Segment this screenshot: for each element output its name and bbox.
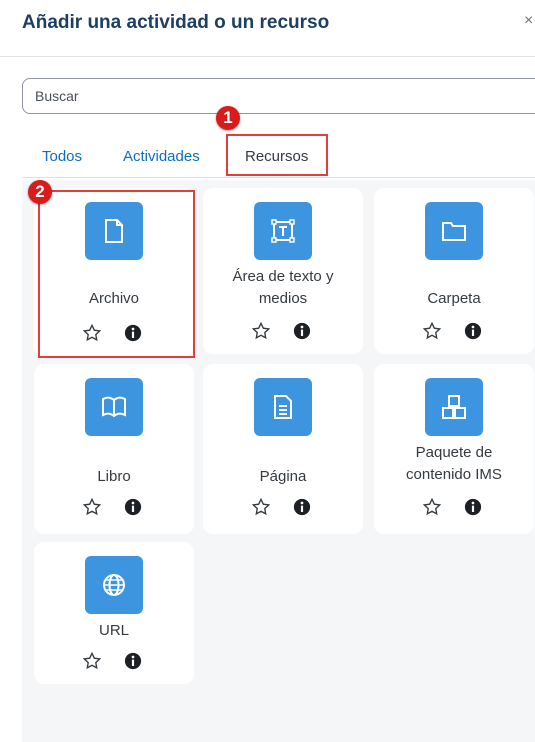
item-label: URL <box>98 622 129 639</box>
step-marker-2: 2 <box>28 180 52 204</box>
item-label: medios <box>258 290 308 307</box>
ims-package-icon <box>425 378 483 436</box>
tab-bar: Todos Actividades Recursos <box>0 130 535 180</box>
star-icon[interactable] <box>252 322 270 340</box>
item-label: Página <box>259 468 307 485</box>
item-label: Paquete de <box>415 444 493 461</box>
tab-actividades[interactable]: Actividades <box>123 148 200 165</box>
folder-icon <box>425 202 483 260</box>
star-icon[interactable] <box>423 498 441 516</box>
tab-divider <box>22 177 535 178</box>
item-label: Área de texto y <box>232 268 334 285</box>
book-icon <box>85 378 143 436</box>
info-icon[interactable] <box>124 498 142 516</box>
item-carpeta[interactable]: Carpeta <box>374 188 534 354</box>
info-icon[interactable] <box>464 322 482 340</box>
modal-header: Añadir una actividad o un recurso × <box>0 0 535 57</box>
item-paquete-ims[interactable]: Paquete de contenido IMS <box>374 364 534 534</box>
text-area-icon <box>254 202 312 260</box>
info-icon[interactable] <box>293 322 311 340</box>
step-marker-1: 1 <box>216 106 240 130</box>
search-input[interactable]: Buscar <box>22 78 535 114</box>
item-label: Carpeta <box>427 290 481 307</box>
tab-recursos[interactable]: Recursos <box>245 148 308 165</box>
item-area-texto[interactable]: Área de texto y medios <box>203 188 363 354</box>
info-icon[interactable] <box>124 652 142 670</box>
modal-title: Añadir una actividad o un recurso <box>22 12 330 33</box>
star-icon[interactable] <box>83 498 101 516</box>
star-icon[interactable] <box>83 652 101 670</box>
item-label: Libro <box>97 468 131 485</box>
globe-icon <box>85 556 143 614</box>
info-icon[interactable] <box>293 498 311 516</box>
star-icon[interactable] <box>423 322 441 340</box>
item-url[interactable]: URL <box>34 542 194 684</box>
item-label: contenido IMS <box>406 466 502 483</box>
star-icon[interactable] <box>252 498 270 516</box>
info-icon[interactable] <box>464 498 482 516</box>
page-icon <box>254 378 312 436</box>
tab-todos[interactable]: Todos <box>42 148 82 165</box>
item-highlight-box <box>38 190 195 358</box>
item-pagina[interactable]: Página <box>203 364 363 534</box>
item-libro[interactable]: Libro <box>34 364 194 534</box>
close-icon[interactable]: × <box>524 12 533 30</box>
